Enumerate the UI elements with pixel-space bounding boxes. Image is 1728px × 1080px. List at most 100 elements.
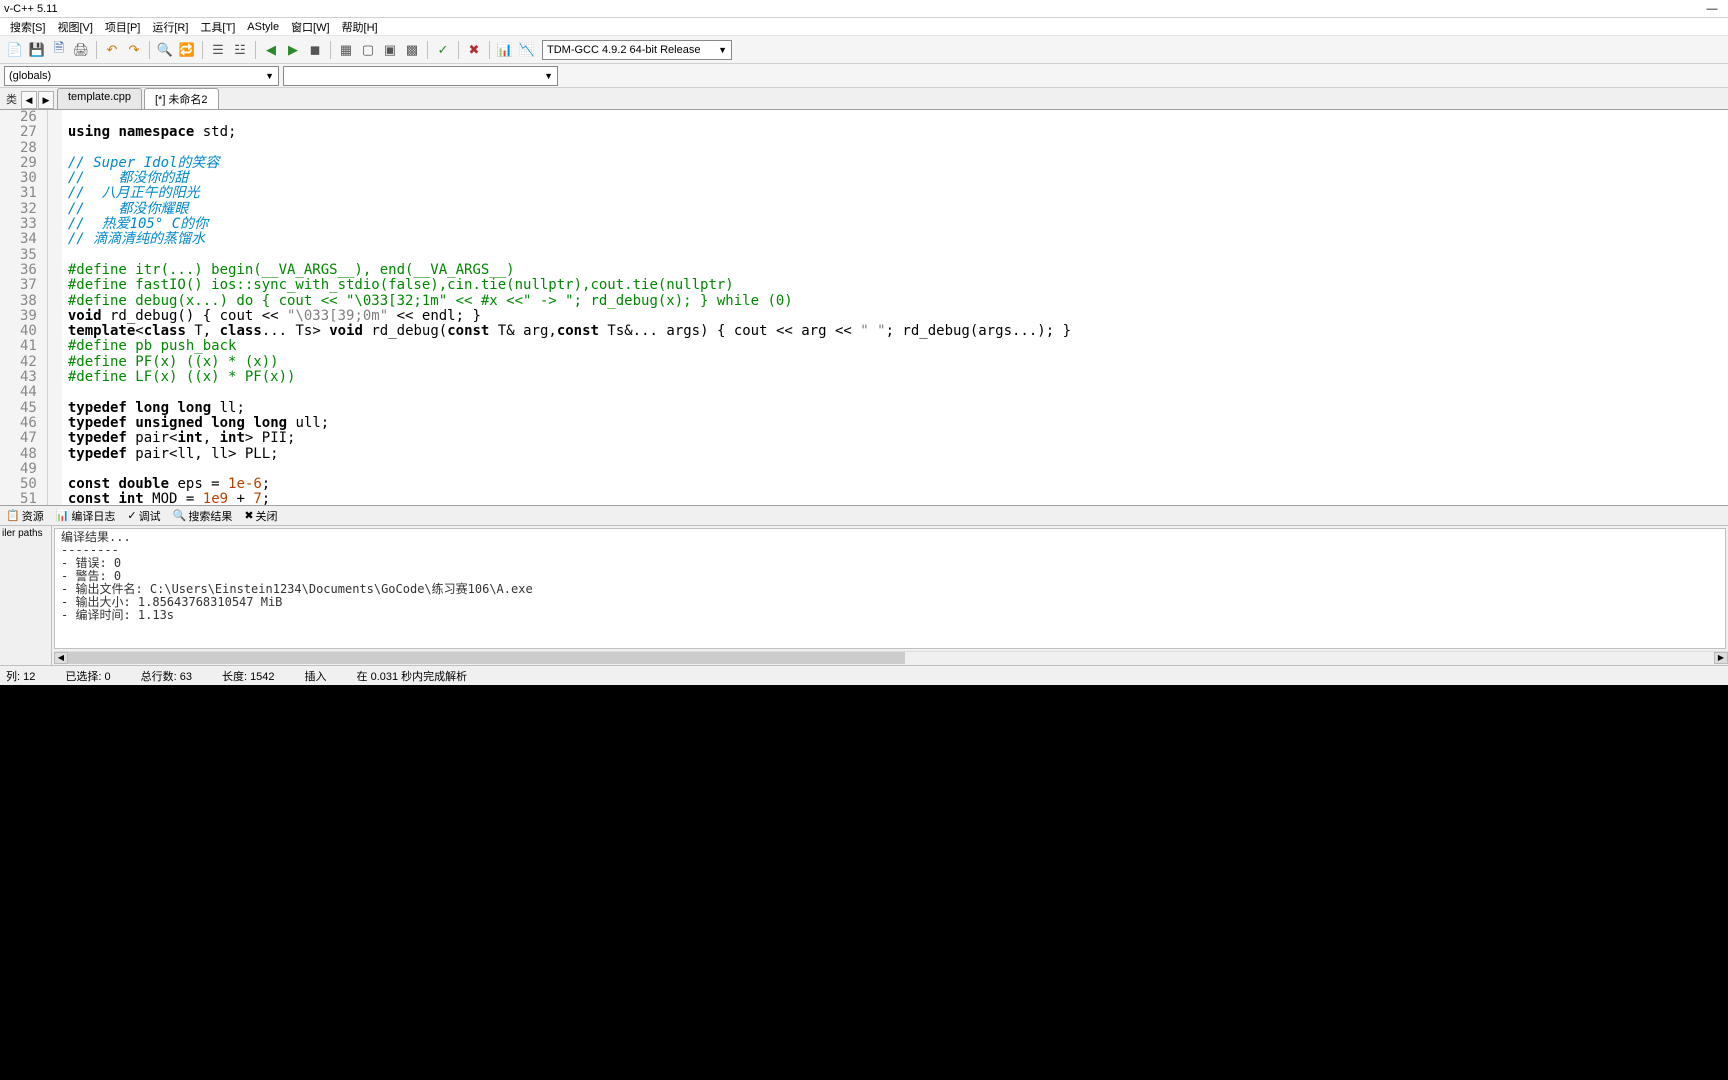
status-total: 总行数: 63 — [141, 668, 192, 684]
scroll-thumb[interactable] — [68, 652, 905, 664]
bookmark-button[interactable]: ☳ — [230, 40, 250, 60]
compile-button[interactable]: ▦ — [336, 40, 356, 60]
member-select[interactable]: ▼ — [283, 66, 558, 86]
fold-marker — [48, 385, 62, 400]
menu-item[interactable]: 项目[P] — [99, 19, 146, 35]
menu-item[interactable]: 帮助[H] — [336, 19, 384, 35]
code-line[interactable]: typedef pair<ll, ll> PLL; — [68, 447, 1728, 462]
menu-item[interactable]: 视图[V] — [51, 19, 98, 35]
fold-marker — [48, 156, 62, 171]
关闭-icon: ✖ — [244, 509, 253, 522]
replace-button[interactable]: 🔁 — [177, 40, 197, 60]
code-line[interactable]: // 热爱105° C的你 — [68, 217, 1728, 232]
bottom-tab[interactable]: 🔍搜索结果 — [167, 506, 239, 526]
compiler-select[interactable]: TDM-GCC 4.9.2 64-bit Release ▼ — [542, 40, 732, 60]
file-tab[interactable]: template.cpp — [57, 88, 142, 109]
undo-button[interactable]: ↶ — [102, 40, 122, 60]
compile-output[interactable]: 编译结果...--------- 错误: 0- 警告: 0- 输出文件名: C:… — [54, 528, 1726, 649]
code-line[interactable]: // 滴滴清纯的蒸馏水 — [68, 232, 1728, 247]
code-line[interactable]: #define LF(x) ((x) * PF(x)) — [68, 370, 1728, 385]
fold-marker — [48, 110, 62, 125]
status-mode: 插入 — [305, 668, 327, 684]
run-button[interactable]: ▢ — [358, 40, 378, 60]
rebuild-button[interactable]: ▩ — [402, 40, 422, 60]
app-title: v-C++ 5.11 — [4, 3, 58, 15]
code-line[interactable]: const double eps = 1e-6; — [68, 477, 1728, 492]
code-line[interactable]: typedef pair<int, int> PII; — [68, 431, 1728, 446]
stop-button[interactable]: ✖ — [464, 40, 484, 60]
code-line[interactable]: #define itr(...) begin(__VA_ARGS__), end… — [68, 263, 1728, 278]
code-line[interactable]: void rd_debug() { cout << "\033[39;0m" <… — [68, 309, 1728, 324]
scroll-right-button[interactable]: ▶ — [1714, 652, 1728, 664]
menu-item[interactable]: 运行[R] — [146, 19, 194, 35]
code-editor[interactable]: 2627282930313233343536373839404142434445… — [0, 110, 1728, 505]
bottom-tab[interactable]: ✖关闭 — [238, 506, 283, 526]
code-line[interactable]: #define fastIO() ios::sync_with_stdio(fa… — [68, 278, 1728, 293]
编译日志-icon: 📊 — [56, 509, 70, 522]
code-line[interactable] — [68, 110, 1728, 125]
stop-nav-button[interactable]: ◼ — [305, 40, 325, 60]
save-all-button[interactable]: 🗎 — [49, 40, 69, 60]
class-view-label[interactable]: 类 — [2, 89, 21, 109]
code-line[interactable]: #define debug(x...) do { cout << "\033[3… — [68, 294, 1728, 309]
compiler-paths-label: iler paths — [2, 528, 43, 539]
save-button[interactable]: 💾 — [27, 40, 47, 60]
new-file-button[interactable]: 📄 — [5, 40, 25, 60]
fold-marker — [48, 477, 62, 492]
tab-prev-button[interactable]: ◀ — [21, 91, 37, 109]
debug-button[interactable]: ✓ — [433, 40, 453, 60]
code-line[interactable]: using namespace std; — [68, 125, 1728, 140]
fold-marker — [48, 447, 62, 462]
horizontal-scrollbar[interactable]: ◀ ▶ — [54, 651, 1728, 665]
menu-item[interactable]: AStyle — [241, 21, 285, 33]
code-line[interactable] — [68, 462, 1728, 477]
code-line[interactable] — [68, 141, 1728, 156]
code-line[interactable]: // 八月正午的阳光 — [68, 186, 1728, 201]
find-button[interactable]: 🔍 — [155, 40, 175, 60]
status-col: 列: 12 — [6, 668, 35, 684]
fold-marker — [48, 370, 62, 385]
code-line[interactable]: // Super Idol的笑容 — [68, 156, 1728, 171]
code-line[interactable]: typedef unsigned long long ull; — [68, 416, 1728, 431]
print-button[interactable]: 🖨 — [71, 40, 91, 60]
menu-item[interactable]: 工具[T] — [194, 19, 241, 35]
code-line[interactable]: #define PF(x) ((x) * (x)) — [68, 355, 1728, 370]
调试-icon: ✓ — [127, 509, 136, 522]
bottom-tab[interactable]: 📊编译日志 — [50, 506, 122, 526]
menu-item[interactable]: 窗口[W] — [285, 19, 336, 35]
bottom-tab-label: 编译日志 — [71, 508, 115, 524]
code-content[interactable]: using namespace std;// Super Idol的笑容// 都… — [62, 110, 1728, 505]
code-line[interactable]: #define pb push_back — [68, 339, 1728, 354]
prev-button[interactable]: ◀ — [261, 40, 281, 60]
scroll-left-button[interactable]: ◀ — [54, 652, 68, 664]
next-button[interactable]: ▶ — [283, 40, 303, 60]
bottom-tab-label: 资源 — [22, 508, 44, 524]
minimize-button[interactable]: — — [1700, 3, 1724, 15]
chevron-down-icon: ▼ — [544, 71, 553, 81]
tab-next-button[interactable]: ▶ — [38, 91, 54, 109]
delete-profile-button[interactable]: 📉 — [517, 40, 537, 60]
file-tab[interactable]: [*] 未命名2 — [144, 88, 219, 109]
goto-button[interactable]: ☰ — [208, 40, 228, 60]
bottom-tab[interactable]: ✓调试 — [121, 506, 166, 526]
profile-button[interactable]: 📊 — [495, 40, 515, 60]
redo-button[interactable]: ↷ — [124, 40, 144, 60]
title-bar: v-C++ 5.11 — — [0, 0, 1728, 18]
scope-select[interactable]: (globals) ▼ — [4, 66, 279, 86]
fold-marker — [48, 248, 62, 263]
bottom-tab[interactable]: 📋资源 — [0, 506, 50, 526]
status-sel: 已选择: 0 — [65, 668, 110, 684]
code-line[interactable]: // 都没你的甜 — [68, 171, 1728, 186]
fold-marker — [48, 186, 62, 201]
code-line[interactable] — [68, 248, 1728, 263]
code-line[interactable]: const int MOD = 1e9 + 7; — [68, 492, 1728, 505]
fold-column[interactable]: ⊟ — [48, 110, 62, 505]
code-line[interactable]: // 都没你耀眼 — [68, 202, 1728, 217]
menu-item[interactable]: 搜索[S] — [4, 19, 51, 35]
code-line[interactable]: template<class T, class... Ts> void rd_d… — [68, 324, 1728, 339]
bottom-tab-label: 调试 — [139, 508, 161, 524]
code-line[interactable] — [68, 385, 1728, 400]
menu-bar: 搜索[S]视图[V]项目[P]运行[R]工具[T]AStyle窗口[W]帮助[H… — [0, 18, 1728, 36]
compile-run-button[interactable]: ▣ — [380, 40, 400, 60]
code-line[interactable]: typedef long long ll; — [68, 401, 1728, 416]
